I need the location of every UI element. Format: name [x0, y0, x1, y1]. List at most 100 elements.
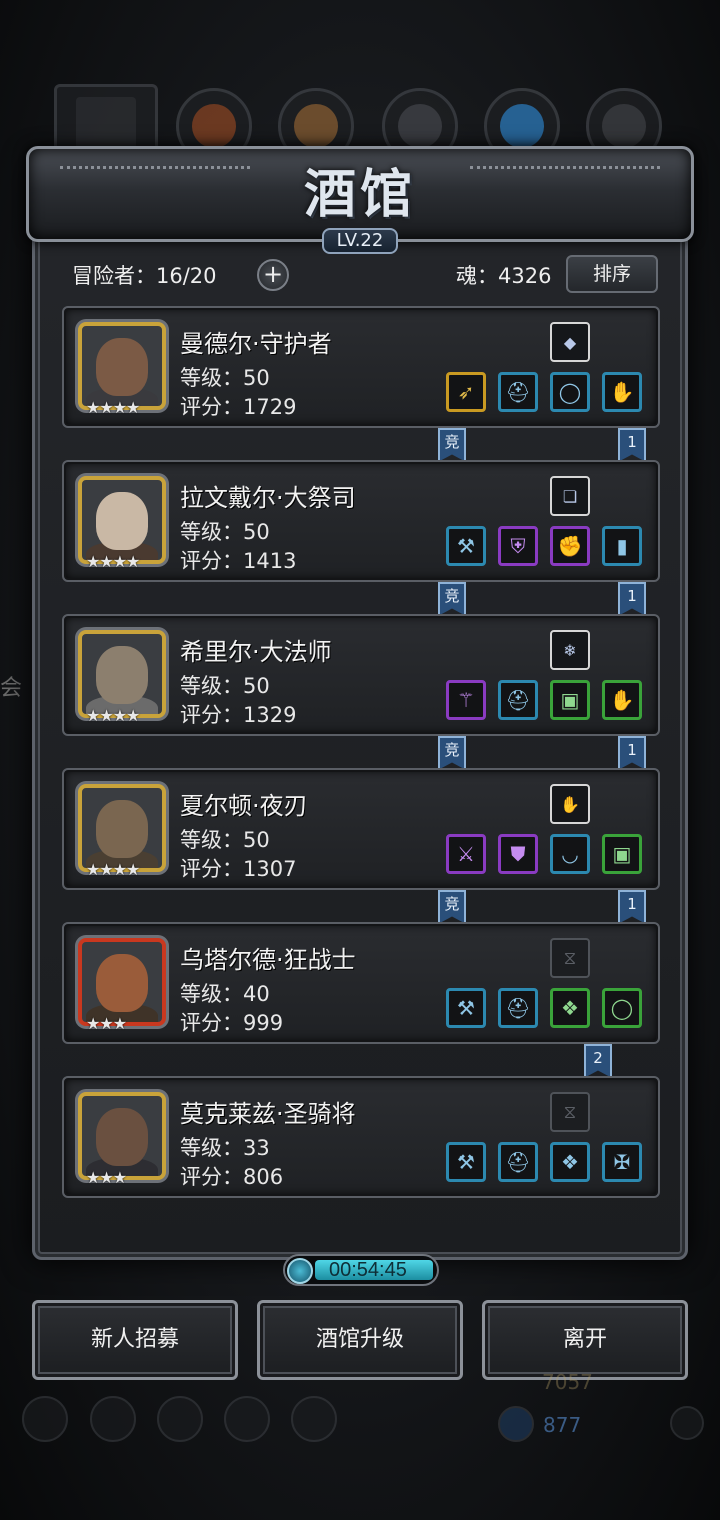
crystal-icon[interactable]: ◆: [550, 322, 590, 362]
helmet-icon[interactable]: ⛑: [498, 372, 538, 412]
star-rating: ★★★★: [86, 398, 140, 417]
staff-icon[interactable]: ⚚: [446, 680, 486, 720]
add-currency-icon[interactable]: [670, 1406, 704, 1440]
empty-slot-icon[interactable]: ⧖: [550, 1092, 590, 1132]
hero-name: 希里尔·大法师: [180, 638, 332, 666]
skill-icon[interactable]: [90, 1396, 136, 1442]
hero-portrait[interactable]: [78, 1092, 166, 1180]
wood-tab-icon: [294, 104, 338, 148]
necklace-icon[interactable]: ✠: [602, 1142, 642, 1182]
glove-tab-icon: [192, 104, 236, 148]
quest-icon[interactable]: [291, 1396, 337, 1442]
metal-tab-icon: [602, 104, 646, 148]
hero-card[interactable]: ★★★ 莫克莱兹·圣骑将等级：33 评分：806 ⧖ ⚒ ⛑ ❖ ✠: [62, 1076, 660, 1198]
star-rating: ★★★★: [86, 552, 140, 571]
hero-portrait[interactable]: [78, 476, 166, 564]
axe-icon[interactable]: ⚒: [446, 988, 486, 1028]
add-adventurer-button[interactable]: +: [257, 259, 289, 291]
gold-amount: 7057: [542, 1370, 593, 1394]
hero-level: 等级：50: [180, 520, 270, 544]
currency-amount: 877: [543, 1413, 582, 1437]
hero-name: 夏尔顿·夜刃: [180, 792, 308, 820]
chain-right: [470, 166, 660, 176]
hero-score: 评分：999: [180, 1011, 284, 1035]
hero-level: 等级：33: [180, 1136, 270, 1160]
recruit-button[interactable]: 新人招募: [32, 1300, 238, 1380]
hero-card[interactable]: ★★★★ 希里尔·大法师 等级：50 评分：1329 ❄ ⚚ ⛑ ▣ ✋ 竞 1: [62, 614, 660, 770]
timer-text: 00:54:45: [329, 1259, 407, 1281]
hero-score: 评分：1729: [180, 395, 297, 419]
dagger-icon[interactable]: ⚔: [446, 834, 486, 874]
hero-card[interactable]: ★★★ 乌塔尔德·狂战士 等级：40 评分：999 ⧖ ⚒ ⛑ ❖ ◯ 2: [62, 922, 660, 1078]
portrait-face: [96, 1108, 148, 1166]
helmet-menu-icon[interactable]: [157, 1396, 203, 1442]
chest-icon[interactable]: ▣: [550, 680, 590, 720]
chain-left: [60, 166, 250, 176]
star-rating: ★★★: [86, 1168, 127, 1187]
glove-icon[interactable]: ✊: [550, 526, 590, 566]
clock-icon: [287, 1258, 313, 1284]
portrait-face: [96, 338, 148, 396]
amulet-icon[interactable]: ❖: [550, 1142, 590, 1182]
hero-name: 莫克莱兹·圣骑将: [180, 1100, 356, 1128]
hero-card[interactable]: ★★★★ 拉文戴尔·大祭司 等级：50 评分：1413 ❏ ⚒ ⛨ ✊ ▮ 竞 1: [62, 460, 660, 616]
ore-tab-icon: [398, 104, 442, 148]
mail-icon[interactable]: [224, 1396, 270, 1442]
hero-portrait[interactable]: [78, 784, 166, 872]
ring-icon[interactable]: ◯: [602, 988, 642, 1028]
star-rating: ★★★★: [86, 860, 140, 879]
crystal-tab-icon: [500, 104, 544, 148]
gauntlet-icon[interactable]: ✋: [602, 372, 642, 412]
hero-score: 评分：806: [180, 1165, 284, 1189]
hero-name: 拉文戴尔·大祭司: [180, 484, 356, 512]
hero-score: 评分：1413: [180, 549, 297, 573]
hero-card[interactable]: ★★★★ 夏尔顿·夜刃 等级：50 评分：1307 ✋ ⚔ ⛊ ◡ ▣ 竞 1: [62, 768, 660, 924]
hero-level: 等级：40: [180, 982, 270, 1006]
hero-name: 乌塔尔德·狂战士: [180, 946, 356, 974]
portrait-face: [96, 492, 148, 550]
upgrade-tavern-button[interactable]: 酒馆升级: [257, 1300, 463, 1380]
armor-icon[interactable]: ⛨: [498, 526, 538, 566]
amulet-icon[interactable]: ❖: [550, 988, 590, 1028]
scroll-icon[interactable]: ❏: [550, 476, 590, 516]
helmet-icon[interactable]: ⛑: [498, 1142, 538, 1182]
hero-portrait[interactable]: [78, 630, 166, 718]
ring-icon[interactable]: ◯: [550, 372, 590, 412]
portrait-face: [96, 646, 148, 704]
hammer-icon[interactable]: ⚒: [446, 1142, 486, 1182]
chest-icon[interactable]: ▣: [602, 834, 642, 874]
currency-icon: [498, 1406, 534, 1442]
portrait-face: [96, 954, 148, 1012]
hero-card[interactable]: ★★★★ 曼德尔·守护者 等级：50 评分：1729 ◆ ➶ ⛑ ◯ ✋ 竞 1: [62, 306, 660, 462]
hero-score: 评分：1329: [180, 703, 297, 727]
leave-button[interactable]: 离开: [482, 1300, 688, 1380]
gauntlet-icon[interactable]: ✋: [602, 680, 642, 720]
hero-portrait[interactable]: [78, 938, 166, 1026]
portrait-face: [96, 800, 148, 858]
star-rating: ★★★: [86, 1014, 127, 1033]
soul-count: 魂：4326: [456, 264, 552, 288]
bow-icon[interactable]: ➶: [446, 372, 486, 412]
ice-crystal-icon[interactable]: ❄: [550, 630, 590, 670]
hero-portrait[interactable]: [78, 322, 166, 410]
helmet-icon[interactable]: ⛑: [498, 680, 538, 720]
page-title: 酒馆: [303, 164, 416, 225]
tavern-level-badge: LV.22: [322, 228, 398, 254]
settings-icon[interactable]: [22, 1396, 68, 1442]
empty-slot-icon[interactable]: ⧖: [550, 938, 590, 978]
horn-icon[interactable]: ◡: [550, 834, 590, 874]
plank-icon[interactable]: ▮: [602, 526, 642, 566]
leather-armor-icon[interactable]: ⛊: [498, 834, 538, 874]
sort-button[interactable]: 排序: [566, 255, 658, 293]
helmet-icon[interactable]: ⛑: [498, 988, 538, 1028]
hero-level: 等级：50: [180, 828, 270, 852]
hero-score: 评分：1307: [180, 857, 297, 881]
hammer-icon[interactable]: ⚒: [446, 526, 486, 566]
tavern-timer: 00:54:45: [283, 1254, 439, 1286]
hero-level: 等级：50: [180, 674, 270, 698]
hero-level: 等级：50: [180, 366, 270, 390]
star-rating: ★★★★: [86, 706, 140, 725]
gauntlet-icon[interactable]: ✋: [550, 784, 590, 824]
hero-name: 曼德尔·守护者: [180, 330, 332, 358]
adventurer-count: 冒险者：16/20: [72, 264, 217, 288]
